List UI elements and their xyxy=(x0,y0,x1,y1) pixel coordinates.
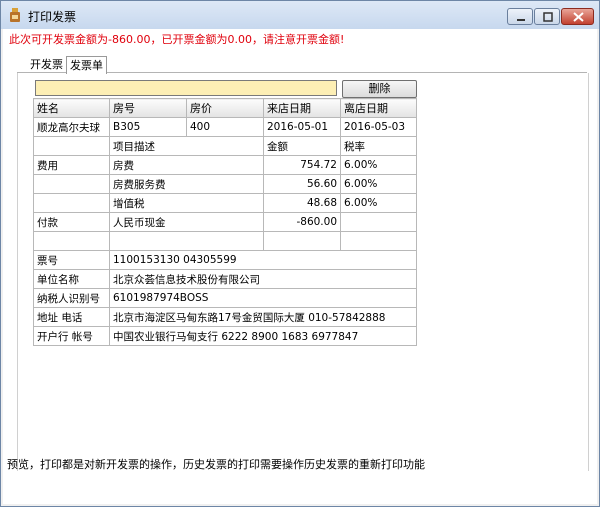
empty-cell[interactable] xyxy=(263,231,341,251)
tax-id-row[interactable]: 纳税人识别号 6101987974BOSS xyxy=(33,288,417,308)
empty-cell xyxy=(33,193,110,213)
fee-rate[interactable]: 6.00% xyxy=(340,155,417,175)
company-label: 单位名称 xyxy=(33,269,110,289)
bank-row[interactable]: 开户行 帐号 中国农业银行马甸支行 6222 8900 1683 6977847 xyxy=(33,326,417,346)
empty-cell xyxy=(33,231,110,251)
maximize-icon xyxy=(543,12,553,22)
window-title: 打印发票 xyxy=(28,10,77,24)
fee-amount[interactable]: 48.68 xyxy=(263,193,341,213)
payment-desc[interactable]: 人民币现金 xyxy=(109,212,264,232)
table-row[interactable]: 房费服务费 56.60 6.00% xyxy=(33,174,417,194)
item-header-row: 项目描述 金额 税率 xyxy=(33,136,417,156)
address-label: 地址 电话 xyxy=(33,307,110,327)
tax-id-value[interactable]: 6101987974BOSS xyxy=(109,288,417,308)
company-value[interactable]: 北京众荟信息技术股份有限公司 xyxy=(109,269,417,289)
fee-rate[interactable]: 6.00% xyxy=(340,193,417,213)
invoice-no-row[interactable]: 票号 1100153130 04305599 xyxy=(33,250,417,270)
close-button[interactable] xyxy=(561,8,594,25)
address-value[interactable]: 北京市海淀区马甸东路17号金贸国际大厦 010-57842888 xyxy=(109,307,417,327)
guest-checkin[interactable]: 2016-05-01 xyxy=(263,117,341,137)
empty-cell xyxy=(33,136,110,156)
fee-desc[interactable]: 房费服务费 xyxy=(109,174,264,194)
empty-cell xyxy=(33,174,110,194)
maximize-button[interactable] xyxy=(534,8,560,25)
status-bar-text: 预览，打印都是对新开发票的操作，历史发票的打印需要操作历史发票的重新打印功能 xyxy=(7,458,425,471)
fee-amount[interactable]: 754.72 xyxy=(263,155,341,175)
title-bar[interactable]: 打印发票 xyxy=(1,1,599,29)
tax-id-label: 纳税人识别号 xyxy=(33,288,110,308)
header-room: 房号 xyxy=(109,98,187,118)
table-row[interactable]: 费用 房费 754.72 6.00% xyxy=(33,155,417,175)
guest-room[interactable]: B305 xyxy=(109,117,187,137)
table-row[interactable] xyxy=(33,231,417,251)
bank-label: 开户行 帐号 xyxy=(33,326,110,346)
printer-icon xyxy=(10,8,20,22)
item-desc-header: 项目描述 xyxy=(109,136,264,156)
payment-amount[interactable]: -860.00 xyxy=(263,212,341,232)
minimize-icon xyxy=(517,19,525,21)
fee-amount[interactable]: 56.60 xyxy=(263,174,341,194)
header-checkin: 来店日期 xyxy=(263,98,341,118)
invoice-no-label: 票号 xyxy=(33,250,110,270)
item-amount-header: 金额 xyxy=(263,136,341,156)
company-row[interactable]: 单位名称 北京众荟信息技术股份有限公司 xyxy=(33,269,417,289)
payment-label: 付款 xyxy=(33,212,110,232)
fee-rate[interactable]: 6.00% xyxy=(340,174,417,194)
fee-desc[interactable]: 增值税 xyxy=(109,193,264,213)
header-checkout: 离店日期 xyxy=(340,98,417,118)
guest-name[interactable]: 顺龙高尔夫球 xyxy=(33,117,110,137)
empty-cell[interactable] xyxy=(340,231,417,251)
invoice-print-window: 打印发票 此次可开发票金额为-860.00，已开票金额为0.00，请注意开票金额… xyxy=(0,0,600,507)
amount-warning: 此次可开发票金额为-860.00，已开票金额为0.00，请注意开票金额! xyxy=(9,33,345,46)
invoice-no-value[interactable]: 1100153130 04305599 xyxy=(109,250,417,270)
tab-invoice-list[interactable]: 发票单 xyxy=(66,56,107,74)
close-icon xyxy=(573,12,584,22)
fee-label: 费用 xyxy=(33,155,110,175)
empty-cell[interactable] xyxy=(109,231,264,251)
delete-button[interactable]: 删除 xyxy=(342,80,417,98)
invoice-input-field[interactable] xyxy=(35,80,337,96)
tab-issue-invoice[interactable]: 开发票 xyxy=(27,56,66,73)
table-row[interactable]: 增值税 48.68 6.00% xyxy=(33,193,417,213)
address-row[interactable]: 地址 电话 北京市海淀区马甸东路17号金贸国际大厦 010-57842888 xyxy=(33,307,417,327)
table-header-row: 姓名 房号 房价 来店日期 离店日期 xyxy=(33,98,417,118)
invoice-table: 姓名 房号 房价 来店日期 离店日期 顺龙高尔夫球 B305 400 2016-… xyxy=(33,98,417,346)
guest-price[interactable]: 400 xyxy=(186,117,264,137)
payment-row[interactable]: 付款 人民币现金 -860.00 xyxy=(33,212,417,232)
guest-row[interactable]: 顺龙高尔夫球 B305 400 2016-05-01 2016-05-03 xyxy=(33,117,417,137)
header-name: 姓名 xyxy=(33,98,110,118)
guest-checkout[interactable]: 2016-05-03 xyxy=(340,117,417,137)
header-price: 房价 xyxy=(186,98,264,118)
bank-value[interactable]: 中国农业银行马甸支行 6222 8900 1683 6977847 xyxy=(109,326,417,346)
item-rate-header: 税率 xyxy=(340,136,417,156)
empty-cell xyxy=(340,212,417,232)
minimize-button[interactable] xyxy=(507,8,533,25)
fee-desc[interactable]: 房费 xyxy=(109,155,264,175)
